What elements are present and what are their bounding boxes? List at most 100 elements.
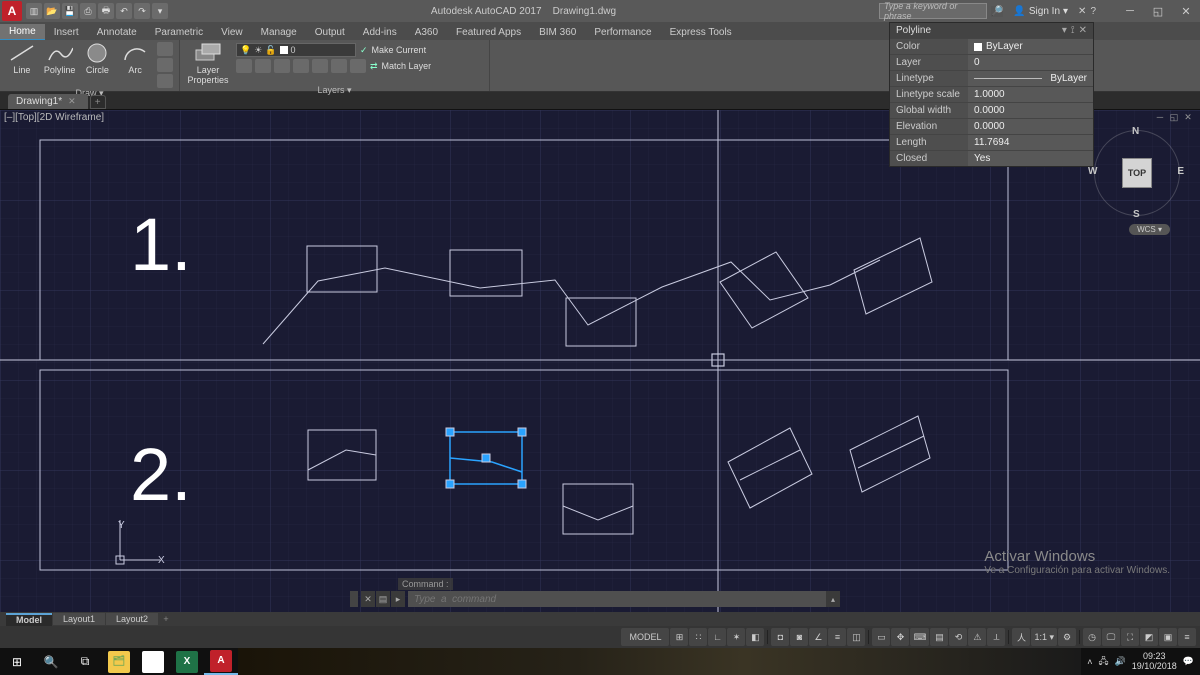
status-gear-icon[interactable]: ⚙: [1058, 628, 1076, 646]
status-ws-icon[interactable]: ◷: [1083, 628, 1101, 646]
layout-tab-2[interactable]: Layout2: [106, 613, 158, 625]
wcs-badge[interactable]: WCS ▾: [1129, 224, 1170, 235]
status-selection-icon[interactable]: ▭: [872, 628, 890, 646]
tray-volume-icon[interactable]: 🔊: [1115, 656, 1126, 667]
layer-dropdown[interactable]: 💡 ☀ 🔓 0: [236, 43, 356, 57]
tab-annotate[interactable]: Annotate: [88, 25, 146, 40]
status-polar-icon[interactable]: ✶: [727, 628, 745, 646]
status-grid-icon[interactable]: ⊞: [670, 628, 688, 646]
palette-dropdown-icon[interactable]: ▾: [1062, 25, 1067, 36]
tab-a360[interactable]: A360: [406, 25, 447, 40]
task-chrome[interactable]: ◉: [136, 648, 170, 675]
tool-hatch-icon[interactable]: [157, 74, 173, 88]
palette-close-icon[interactable]: ✕: [1079, 25, 1087, 36]
command-input[interactable]: [408, 591, 826, 607]
status-dynamic-icon[interactable]: ⌨: [910, 628, 929, 646]
exchange-icon[interactable]: ✕: [1078, 6, 1086, 17]
tray-notifications-icon[interactable]: 💬: [1183, 656, 1194, 667]
tray-network-icon[interactable]: 🖧: [1098, 654, 1108, 670]
status-cycling-icon[interactable]: ⟲: [949, 628, 967, 646]
layer-thaw-icon[interactable]: [331, 59, 347, 73]
window-restore-button[interactable]: ◱: [1146, 2, 1170, 20]
qat-undo-icon[interactable]: ↶: [116, 3, 132, 19]
view-cube[interactable]: TOP N S E W: [1092, 128, 1182, 218]
tool-ellipse-icon[interactable]: [157, 58, 173, 72]
status-scale[interactable]: 1:1 ▾: [1031, 628, 1057, 646]
status-3dosnap-icon[interactable]: ◙: [790, 628, 808, 646]
viewcube-e[interactable]: E: [1177, 166, 1184, 177]
prop-linetype-value[interactable]: ByLayer: [968, 71, 1093, 86]
drawing-area[interactable]: [–][Top][2D Wireframe] ─ ◱ ✕ 1. 2.: [0, 110, 1200, 612]
status-transparency-icon[interactable]: ◫: [847, 628, 865, 646]
layer-iso-icon[interactable]: [255, 59, 271, 73]
tray-chevron-icon[interactable]: ˄: [1087, 657, 1092, 667]
status-units-icon[interactable]: ⟂: [987, 628, 1005, 646]
status-quickprops-icon[interactable]: ▤: [930, 628, 948, 646]
tool-polyline[interactable]: Polyline: [44, 42, 76, 75]
qat-new-icon[interactable]: ▥: [26, 3, 42, 19]
status-gizmo-icon[interactable]: ✥: [891, 628, 909, 646]
system-tray[interactable]: ˄ 🖧 🔊 09:23 19/10/2018 💬: [1081, 652, 1200, 672]
status-monitor-icon[interactable]: 🖵: [1102, 628, 1120, 646]
layer-freeze-icon[interactable]: [274, 59, 290, 73]
tab-manage[interactable]: Manage: [252, 25, 306, 40]
qat-saveas-icon[interactable]: ⎙: [80, 3, 96, 19]
tab-addins[interactable]: Add-ins: [354, 25, 406, 40]
start-button[interactable]: ⊞: [0, 648, 34, 675]
task-search-icon[interactable]: 🔍: [34, 648, 68, 675]
prop-elev-value[interactable]: 0.0000: [968, 119, 1093, 134]
layer-uniso-icon[interactable]: [312, 59, 328, 73]
prop-globalwidth-value[interactable]: 0.0000: [968, 103, 1093, 118]
help-icon[interactable]: ?: [1090, 6, 1096, 17]
layer-unlock-icon[interactable]: [350, 59, 366, 73]
tab-home[interactable]: Home: [0, 24, 45, 40]
tool-circle[interactable]: Circle: [82, 42, 114, 75]
prop-layer-value[interactable]: 0: [968, 55, 1093, 70]
app-logo[interactable]: A: [2, 1, 22, 21]
qat-open-icon[interactable]: 📂: [44, 3, 60, 19]
status-snap-icon[interactable]: ∷: [689, 628, 707, 646]
cmdline-handle[interactable]: [350, 591, 358, 607]
status-isodraft-icon[interactable]: ◧: [746, 628, 764, 646]
status-annoscale-icon[interactable]: 人: [1012, 628, 1030, 646]
tab-featured-apps[interactable]: Featured Apps: [447, 25, 530, 40]
cmdline-recent-icon[interactable]: ▤: [376, 591, 390, 607]
viewcube-w[interactable]: W: [1088, 166, 1097, 177]
viewcube-s[interactable]: S: [1133, 209, 1140, 220]
tab-output[interactable]: Output: [306, 25, 354, 40]
tab-view[interactable]: View: [212, 25, 252, 40]
make-current-icon[interactable]: ✓: [360, 45, 368, 56]
match-layer-icon[interactable]: ⇄: [370, 61, 378, 72]
match-layer-label[interactable]: Match Layer: [382, 61, 432, 71]
cmdline-close-icon[interactable]: ✕: [361, 591, 375, 607]
tray-clock[interactable]: 09:23 19/10/2018: [1132, 652, 1177, 672]
tool-line[interactable]: Line: [6, 42, 38, 75]
palette-pin-icon[interactable]: ⟟: [1071, 25, 1075, 36]
tab-performance[interactable]: Performance: [585, 25, 660, 40]
sign-in-button[interactable]: 👤 Sign In ▾: [1007, 6, 1074, 17]
new-tab-button[interactable]: +: [90, 95, 106, 109]
qat-more-icon[interactable]: ▾: [152, 3, 168, 19]
tool-arc[interactable]: Arc: [119, 42, 151, 75]
status-clean-icon[interactable]: ▣: [1159, 628, 1177, 646]
infocenter-search[interactable]: Type a keyword or phrase: [879, 3, 987, 19]
qat-redo-icon[interactable]: ↷: [134, 3, 150, 19]
layout-tab-model[interactable]: Model: [6, 613, 52, 626]
task-autocad[interactable]: A: [204, 648, 238, 675]
tool-rectangle-icon[interactable]: [157, 42, 173, 56]
status-otrack-icon[interactable]: ∠: [809, 628, 827, 646]
panel-layers-title[interactable]: Layers ▾: [186, 85, 483, 97]
viewcube-n[interactable]: N: [1132, 126, 1139, 137]
layer-off-icon[interactable]: [236, 59, 252, 73]
add-layout-button[interactable]: +: [159, 613, 173, 625]
status-lineweight-icon[interactable]: ≡: [828, 628, 846, 646]
status-custom-icon[interactable]: ≡: [1178, 628, 1196, 646]
task-explorer[interactable]: 🗂: [102, 648, 136, 675]
prop-closed-value[interactable]: Yes: [968, 151, 1093, 166]
layer-lock-icon[interactable]: [293, 59, 309, 73]
status-osnap-icon[interactable]: ◘: [771, 628, 789, 646]
status-ortho-icon[interactable]: ∟: [708, 628, 726, 646]
tool-layer-properties[interactable]: Layer Properties: [186, 42, 230, 85]
tab-bim360[interactable]: BIM 360: [530, 25, 585, 40]
task-view-icon[interactable]: ⧉: [68, 648, 102, 675]
